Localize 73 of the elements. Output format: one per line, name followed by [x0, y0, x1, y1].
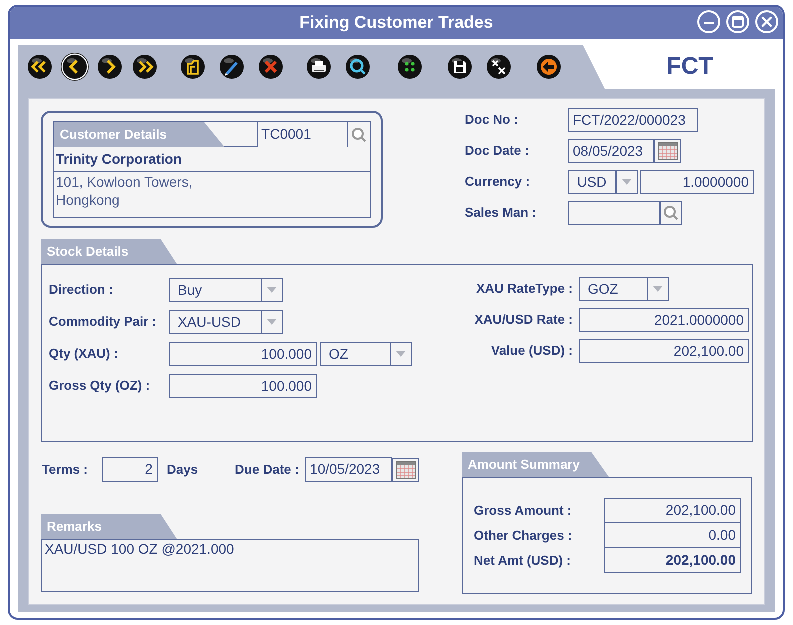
calendar-icon [658, 142, 678, 160]
field-label: Gross Qty (OZ) : [49, 377, 152, 396]
input-field[interactable] [568, 201, 660, 225]
calendar-button[interactable] [654, 139, 681, 163]
field-label: XAU/USD Rate : [474, 311, 574, 330]
field-label: Net Amt (USD) : [474, 552, 572, 570]
remarks-field[interactable]: XAU/USD 100 OZ @2021.000 [41, 539, 419, 592]
dropdown-button[interactable] [390, 342, 412, 366]
field-label: Currency : [465, 173, 532, 192]
minimize-icon[interactable] [697, 10, 721, 34]
caret-icon [267, 319, 277, 325]
input-field[interactable]: 202,100.00 [604, 498, 741, 523]
window-title: Fixing Customer Trades [300, 12, 494, 34]
pen-icon[interactable] [218, 53, 246, 81]
search-icon[interactable] [344, 53, 372, 81]
x-marks-icon[interactable] [485, 53, 513, 81]
input-field[interactable]: 2021.0000000 [579, 308, 749, 332]
input-field[interactable]: 100.000 [169, 374, 317, 398]
field-label: Terms : [41, 460, 89, 479]
double-chevron-right-icon[interactable] [131, 53, 159, 81]
field-label: Gross Amount : [474, 502, 573, 520]
input-field[interactable]: 0.00 [604, 523, 741, 548]
field-label: Value (USD) : [490, 342, 574, 360]
close-icon[interactable] [755, 10, 779, 34]
caret-icon [396, 351, 406, 357]
select-field[interactable]: OZ [320, 342, 390, 366]
printer-icon[interactable] [305, 53, 333, 81]
input-field[interactable]: 1.0000000 [640, 170, 754, 194]
unit-label: Days [166, 460, 198, 479]
caret-icon [267, 287, 277, 293]
field-label: Commodity Pair : [49, 313, 158, 332]
input-field[interactable]: FCT/2022/000023 [568, 108, 698, 132]
caret-icon [622, 179, 632, 185]
date-field[interactable]: 08/05/2023 [568, 139, 654, 163]
customer-name: Trinity Corporation [56, 150, 182, 169]
select-field[interactable]: XAU-USD [169, 310, 261, 334]
search-button[interactable] [660, 201, 682, 225]
folder-icon[interactable] [179, 53, 207, 81]
cross-icon[interactable] [257, 53, 285, 81]
field-label: Doc Date : [465, 142, 530, 160]
input-field[interactable]: 202,100.00 [604, 548, 741, 573]
input-field[interactable]: 100.000 [169, 342, 317, 366]
form-code: FCT [666, 52, 714, 82]
calendar-icon [396, 460, 416, 478]
field-label: Qty (XAU) : [49, 345, 120, 364]
input-field[interactable]: 2 [102, 457, 158, 482]
dropdown-button[interactable] [261, 278, 283, 302]
dropdown-button[interactable] [616, 170, 638, 194]
select-field[interactable]: Buy [169, 278, 261, 302]
calendar-button[interactable] [392, 458, 420, 482]
maximize-icon[interactable] [726, 10, 750, 34]
chevron-left-icon[interactable] [61, 53, 89, 81]
select-field[interactable]: USD [568, 170, 616, 194]
input-field[interactable]: TC0001 [256, 122, 348, 147]
select-field[interactable]: GOZ [579, 277, 647, 301]
field-label: Other Charges : [474, 526, 574, 545]
dropdown-button[interactable] [647, 277, 669, 301]
search-icon [351, 126, 368, 142]
field-label: Doc No : [465, 111, 520, 130]
dots-icon[interactable] [396, 53, 424, 81]
caret-icon [653, 286, 663, 292]
field-label: Due Date : [235, 460, 300, 479]
save-icon[interactable] [446, 53, 474, 81]
date-field[interactable]: 10/05/2023 [305, 457, 392, 482]
field-label: Sales Man : [465, 204, 538, 222]
chevron-right-icon[interactable] [96, 53, 124, 81]
search-icon [663, 205, 679, 221]
double-chevron-left-icon[interactable] [26, 53, 54, 81]
field-label: XAU RateType : [475, 280, 574, 298]
customer-address: 101, Kowloon Towers, Hongkong [55, 173, 194, 209]
field-label: Direction : [49, 281, 114, 300]
input-field[interactable]: 202,100.00 [579, 339, 749, 363]
dropdown-button[interactable] [261, 310, 283, 334]
